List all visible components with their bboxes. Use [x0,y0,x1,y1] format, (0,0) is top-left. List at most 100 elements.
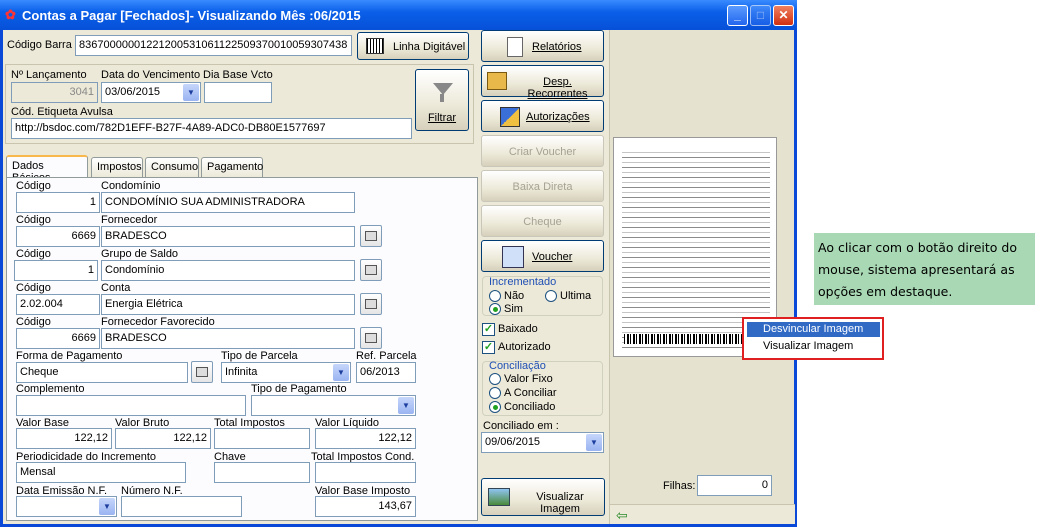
condominio-name-input[interactable]: CONDOMÍNIO SUA ADMINISTRADORA [101,192,355,213]
close-button[interactable]: ✕ [773,5,794,26]
barcode-icon [366,38,384,54]
grupo-code-input[interactable]: 1 [14,260,98,281]
menu-item-visualizar[interactable]: Visualizar Imagem [747,339,880,354]
favorecido-lookup-button[interactable] [360,327,382,349]
folder-icon [487,72,507,90]
filter-stem [440,94,444,102]
periodicidade-input[interactable]: Mensal [16,462,186,483]
vencimento-select[interactable]: 03/06/2015 ▼ [101,82,201,103]
tab-impostos[interactable]: Impostos [91,157,143,177]
forma-pagamento-label: Forma de Pagamento [16,350,123,362]
total-impostos-input[interactable] [214,428,310,449]
chevron-down-icon[interactable]: ▼ [586,434,602,451]
visualizar-imagem-button[interactable]: Visualizar Imagem [481,478,605,516]
menu-item-desvincular[interactable]: Desvincular Imagem [747,322,880,337]
linha-digitavel-button[interactable]: Linha Digitável [357,32,469,60]
tab-dados-basicos[interactable]: Dados Básicos [6,155,88,184]
numero-nf-input[interactable] [121,496,242,517]
conta-lookup-button[interactable] [360,293,382,315]
chevron-down-icon[interactable]: ▼ [333,364,349,381]
radio-conciliado[interactable] [489,401,501,413]
favorecido-code-input[interactable]: 6669 [16,328,100,349]
ref-parcela-input[interactable]: 06/2013 [356,362,416,383]
ref-parcela-label: Ref. Parcela [356,350,417,362]
conta-label: Conta [101,282,131,294]
document-barcode [624,334,744,344]
complemento-label: Complemento [16,383,85,395]
baixado-label: Baixado [498,323,538,335]
etiqueta-label: Cód. Etiqueta Avulsa [11,106,113,118]
sim-label: Sim [504,303,523,315]
valor-bruto-input[interactable]: 122,12 [115,428,211,449]
forma-pagamento-input[interactable]: Cheque [16,362,188,383]
complemento-input[interactable] [16,395,246,416]
conta-name-input[interactable]: Energia Elétrica [101,294,355,315]
cheque-button[interactable]: Cheque [481,205,604,237]
valor-liquido-input[interactable]: 122,12 [315,428,416,449]
criar-voucher-button[interactable]: Criar Voucher [481,135,604,167]
autorizado-checkbox[interactable]: ✓ [482,341,495,354]
tab-consumo[interactable]: Consumo [145,157,199,177]
data-emissao-select[interactable]: ▼ [16,496,117,517]
lancamento-field: 3041 [11,82,98,103]
forma-lookup-button[interactable] [191,361,213,383]
radio-ultima[interactable] [545,290,557,302]
radio-nao[interactable] [489,290,501,302]
radio-a-conciliar[interactable] [489,387,501,399]
report-icon [507,37,523,57]
barcode-input[interactable]: 8367000000122120053106112250937001005930… [75,35,352,56]
fornecedor-label: Fornecedor [101,214,158,226]
codigo-label: Código [16,248,51,260]
maximize-button[interactable]: □ [750,5,771,26]
chevron-down-icon[interactable]: ▼ [99,498,115,515]
conciliado-label: Conciliado [504,401,556,413]
filhas-input[interactable]: 0 [697,475,772,496]
autorizacoes-button[interactable]: Autorizações [481,100,604,132]
back-arrow-icon[interactable]: ⇦ [616,507,628,524]
favorecido-name-input[interactable]: BRADESCO [101,328,355,349]
tipo-pagamento-select[interactable]: ▼ [251,395,416,416]
minimize-button[interactable]: _ [727,5,748,26]
baixa-direta-label: Baixa Direta [512,181,573,193]
valor-base-input[interactable]: 122,12 [16,428,112,449]
fornecedor-name-input[interactable]: BRADESCO [101,226,355,247]
tipo-pagamento-label: Tipo de Pagamento [251,383,347,395]
dados-basicos-panel: Código Condomínio 1 CONDOMÍNIO SUA ADMIN… [6,177,478,521]
total-impostos-cond-input[interactable] [315,462,416,483]
conta-code-input[interactable]: 2.02.004 [16,294,100,315]
chevron-down-icon[interactable]: ▼ [183,84,199,101]
visualizar-imagem-label: Visualizar Imagem [536,491,584,515]
etiqueta-input[interactable]: http://bsdoc.com/782D1EFF-B27F-4A89-ADC0… [11,118,412,139]
search-panel: Nº Lançamento 3041 Data do Vencimento 03… [5,64,474,144]
fornecedor-lookup-button[interactable] [360,225,382,247]
relatorios-button[interactable]: Relatórios [481,30,604,62]
baixa-direta-button[interactable]: Baixa Direta [481,170,604,202]
chave-input[interactable] [214,462,310,483]
fornecedor-code-input[interactable]: 6669 [16,226,100,247]
ultima-label: Ultima [560,290,592,302]
pen-icon [500,107,520,127]
lookup-icon [365,299,377,309]
grupo-name-input[interactable]: Condomínio [101,260,355,281]
tab-pagamento[interactable]: Pagamento [201,157,263,177]
nao-label: Não [504,290,525,302]
desp-recorrentes-button[interactable]: Desp. Recorrentes [481,65,604,100]
radio-sim[interactable] [489,303,501,315]
chevron-down-icon[interactable]: ▼ [398,397,414,414]
conciliado-em-label: Conciliado em : [483,420,559,432]
condominio-code-input[interactable]: 1 [16,192,100,213]
tipo-parcela-select[interactable]: Infinita ▼ [221,362,351,383]
codigo-label: Código [16,282,51,294]
voucher-button[interactable]: Voucher [481,240,604,272]
dia-base-input[interactable] [204,82,272,103]
baixado-checkbox[interactable]: ✓ [482,323,495,336]
cheque-label: Cheque [523,216,562,228]
radio-valor-fixo[interactable] [489,373,501,385]
lookup-icon [365,265,377,275]
conciliado-em-select[interactable]: 09/06/2015 ▼ [481,432,604,453]
valor-base-imposto-input[interactable]: 143,67 [315,496,416,517]
filtrar-button[interactable]: Filtrar [415,69,469,131]
relatorios-label: Relatórios [532,41,582,53]
grupo-lookup-button[interactable] [360,259,382,281]
codigo-label: Código [16,180,51,192]
